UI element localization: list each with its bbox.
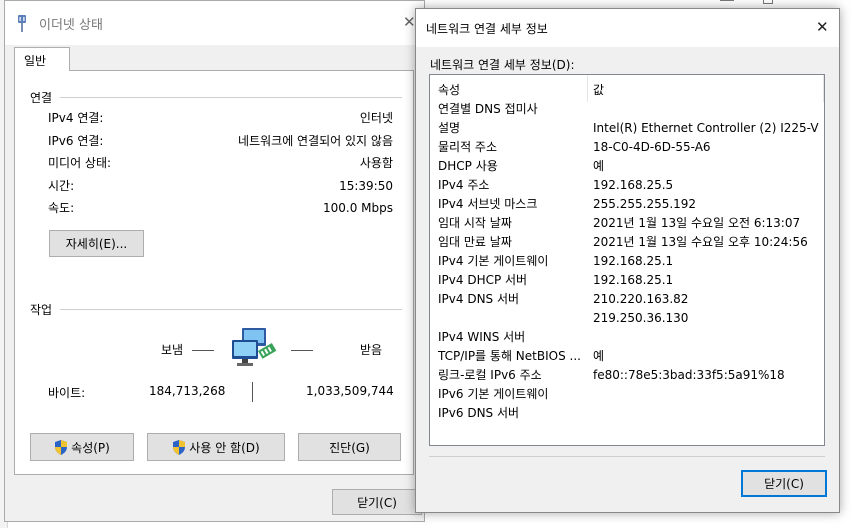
- status-close-button[interactable]: 닫기(C): [332, 489, 422, 515]
- status-titlebar: 이더넷 상태 ✕: [5, 1, 424, 45]
- list-item[interactable]: DHCP 사용 예: [430, 157, 824, 176]
- general-tab-panel: 연결 IPv4 연결: 인터넷 IPv6 연결: 네트워크에 연결되어 있지 않…: [14, 70, 414, 475]
- sent-label: 보냄: [161, 343, 184, 357]
- list-item[interactable]: IPv4 DHCP 서버 192.168.25.1: [430, 271, 824, 290]
- ethernet-status-window: 이더넷 상태 ✕ 일반 연결 IPv4 연결: 인터넷 IPv6 연결: 네트워…: [4, 0, 425, 522]
- list-item[interactable]: 링크-로컬 IPv6 주소 fe80::78e5:3bad:33f5:5a91%1…: [430, 366, 824, 385]
- list-item[interactable]: 임대 시작 날짜 2021년 1월 13일 수요일 오전 6:13:07: [430, 214, 824, 233]
- details-listview[interactable]: 속성 값 연결별 DNS 접미사 설명 Intel(R) Ethernet Con…: [429, 74, 825, 446]
- list-item[interactable]: 임대 만료 날짜 2021년 1월 13일 수요일 오후 10:24:56: [430, 233, 824, 252]
- duration-row: 시간: 15:39:50: [48, 179, 393, 193]
- list-item[interactable]: 설명 Intel(R) Ethernet Controller (2) I225-…: [430, 119, 824, 138]
- background-maximize-icon: [763, 0, 773, 4]
- network-computers-icon: [232, 328, 277, 366]
- received-label: 받음: [360, 343, 383, 357]
- tab-general[interactable]: 일반: [14, 47, 70, 71]
- shield-icon: [173, 439, 186, 455]
- bytes-sent-value: 184,713,268: [149, 384, 226, 398]
- list-item[interactable]: 연결별 DNS 접미사: [430, 100, 824, 119]
- details-separator: [429, 456, 825, 457]
- status-window-title: 이더넷 상태: [39, 18, 103, 33]
- connection-group-header: 연결: [30, 89, 402, 106]
- list-item[interactable]: IPv6 기본 게이트웨이: [430, 385, 824, 404]
- ipv6-connection-row: IPv6 연결: 네트워크에 연결되어 있지 않음: [48, 134, 393, 148]
- list-item[interactable]: IPv4 기본 게이트웨이 192.168.25.1: [430, 252, 824, 271]
- close-icon[interactable]: ✕: [403, 13, 416, 31]
- details-titlebar: 네트워크 연결 세부 정보 ✕: [416, 9, 839, 47]
- media-state-row: 미디어 상태: 사용함: [48, 156, 393, 170]
- list-item[interactable]: 물리적 주소 18-C0-4D-6D-55-A6: [430, 138, 824, 157]
- details-list-label: 네트워크 연결 세부 정보(D):: [430, 58, 575, 72]
- list-item[interactable]: IPv6 DNS 서버: [430, 404, 824, 423]
- diagnose-button[interactable]: 진단(G): [298, 433, 401, 461]
- listview-header: 속성 값: [430, 75, 824, 102]
- details-button[interactable]: 자세히(E)...: [49, 230, 144, 257]
- close-icon[interactable]: ✕: [816, 18, 829, 36]
- received-dash: [291, 350, 313, 351]
- list-item[interactable]: IPv4 WINS 서버: [430, 328, 824, 347]
- list-item[interactable]: TCP/IP를 통해 NetBIOS ... 예: [430, 347, 824, 366]
- details-window-title: 네트워크 연결 세부 정보: [426, 22, 548, 36]
- column-header-property[interactable]: 속성: [438, 81, 460, 98]
- column-separator[interactable]: [823, 75, 824, 102]
- bytes-received-value: 1,033,509,744: [306, 384, 394, 398]
- bytes-label: 바이트:: [48, 386, 86, 400]
- column-separator[interactable]: [587, 75, 588, 102]
- background-minimize-icon: [720, 0, 734, 1]
- ethernet-adapter-icon: [18, 15, 26, 32]
- ipv4-connection-row: IPv4 연결: 인터넷: [48, 111, 393, 125]
- bytes-separator: [252, 382, 253, 402]
- sent-dash: [192, 350, 214, 351]
- column-header-value[interactable]: 값: [593, 81, 604, 98]
- list-item[interactable]: IPv4 DNS 서버 210.220.163.82: [430, 290, 824, 309]
- list-item[interactable]: IPv4 주소 192.168.25.5: [430, 176, 824, 195]
- list-item[interactable]: IPv4 서브넷 마스크 255.255.255.192: [430, 195, 824, 214]
- shield-icon: [55, 439, 68, 455]
- activity-group-header: 작업: [30, 301, 402, 318]
- list-item[interactable]: 219.250.36.130: [430, 309, 824, 328]
- speed-row: 속도: 100.0 Mbps: [48, 201, 393, 215]
- properties-button[interactable]: 속성(P): [30, 433, 134, 461]
- details-close-button[interactable]: 닫기(C): [741, 470, 827, 497]
- disable-button[interactable]: 사용 안 함(D): [147, 433, 285, 461]
- network-details-window: 네트워크 연결 세부 정보 ✕ 네트워크 연결 세부 정보(D): 속성 값 연…: [415, 8, 840, 513]
